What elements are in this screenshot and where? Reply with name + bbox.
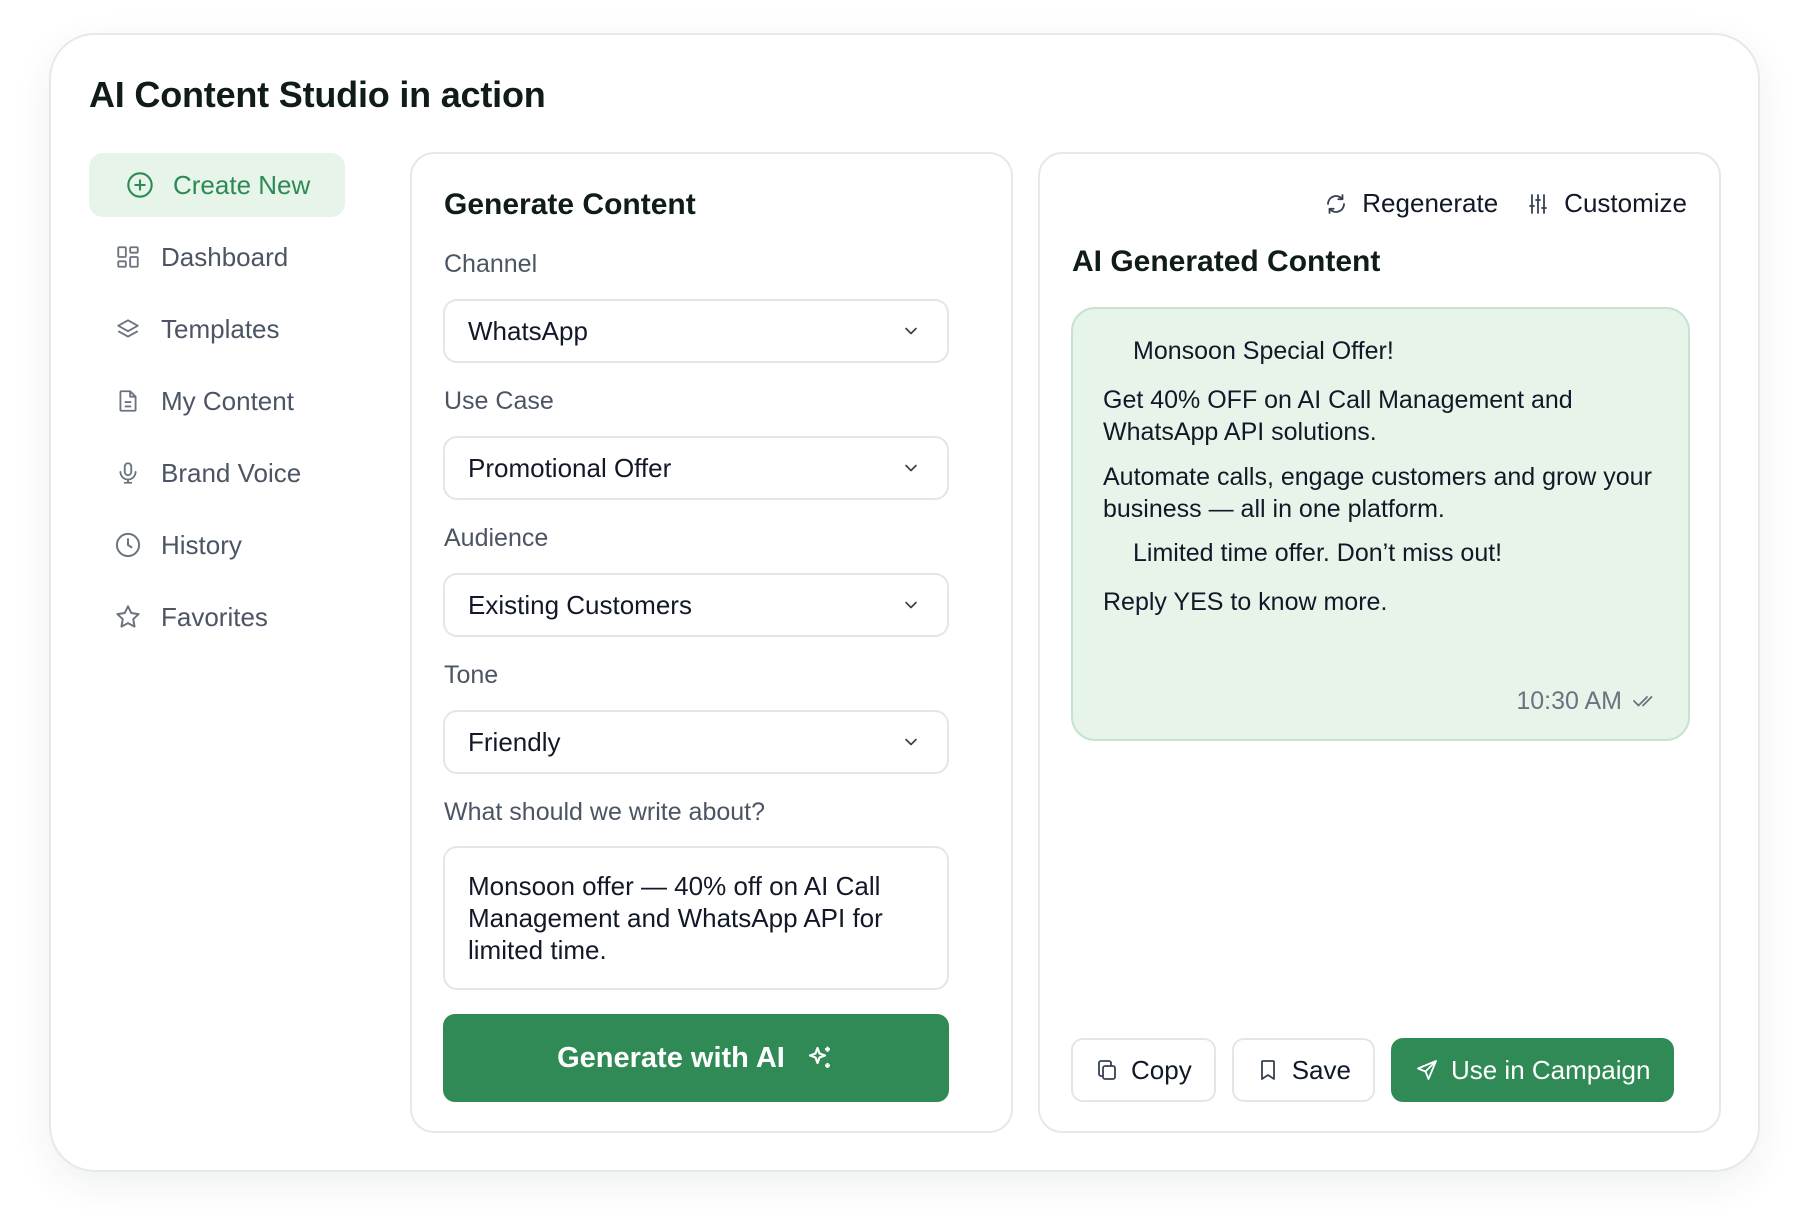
dashboard-grid-icon — [113, 242, 143, 272]
sidebar-item-history[interactable]: History — [89, 513, 345, 577]
message-time: 10:30 AM — [1516, 687, 1622, 715]
plus-circle-icon — [125, 170, 155, 200]
sidebar-item-label: Create New — [173, 169, 311, 200]
use-case-value: Promotional Offer — [468, 452, 672, 483]
message-urgency: Limited time offer. Don’t miss out! — [1133, 539, 1503, 567]
clock-icon — [113, 530, 143, 560]
output-toolbar: Regenerate Customize — [1324, 188, 1687, 219]
send-icon — [1417, 1060, 1437, 1080]
message-bubble: Monsoon Special Offer! Get 40% OFF on AI… — [1071, 307, 1690, 741]
double-check-icon — [1633, 696, 1653, 707]
chevron-down-icon — [905, 464, 917, 472]
sidebar-item-label: Favorites — [161, 601, 268, 632]
tone-label: Tone — [444, 661, 499, 689]
sidebar-item-brand-voice[interactable]: Brand Voice — [89, 441, 345, 505]
ai-generated-content-title: AI Generated Content — [1072, 245, 1381, 278]
sidebar-item-create-new[interactable]: Create New — [89, 153, 345, 217]
message-body: Automate calls, engage customers and gro… — [1103, 463, 1652, 523]
sparkle-icon — [808, 1046, 830, 1068]
copy-icon — [1098, 1060, 1116, 1080]
sidebar-item-label: History — [161, 529, 242, 560]
sidebar-item-label: Templates — [161, 313, 280, 344]
microphone-icon — [113, 458, 143, 488]
channel-select[interactable]: WhatsApp — [443, 299, 949, 363]
sidebar-item-label: My Content — [161, 385, 294, 416]
save-button[interactable]: Save — [1231, 1038, 1375, 1102]
copy-button[interactable]: Copy — [1071, 1038, 1216, 1102]
message-cta: Reply YES to know more. — [1103, 588, 1388, 616]
refresh-icon — [1327, 193, 1346, 214]
sidebar-item-my-content[interactable]: My Content — [89, 369, 345, 433]
sidebar-item-label: Dashboard — [161, 241, 289, 272]
sidebar-item-dashboard[interactable]: Dashboard — [89, 225, 345, 289]
tone-select[interactable]: Friendly — [443, 710, 949, 774]
chevron-down-icon — [905, 738, 917, 746]
use-case-select[interactable]: Promotional Offer — [443, 436, 949, 500]
prompt-label: What should we write about? — [444, 798, 766, 826]
use-case-label: Use Case — [444, 387, 554, 415]
document-icon — [113, 386, 143, 416]
sidebar-item-favorites[interactable]: Favorites — [89, 585, 345, 649]
sidebar-item-label: Brand Voice — [161, 457, 302, 488]
tone-value: Friendly — [468, 726, 561, 757]
sliders-icon — [1529, 193, 1548, 214]
customize-button[interactable]: Customize — [1526, 188, 1687, 219]
star-icon — [113, 602, 143, 632]
save-label: Save — [1291, 1054, 1351, 1085]
use-in-campaign-label: Use in Campaign — [1450, 1054, 1651, 1085]
message-timestamp: 10:30 AM — [1516, 685, 1658, 717]
chevron-down-icon — [905, 601, 917, 609]
copy-label: Copy — [1131, 1054, 1192, 1085]
regenerate-label: Regenerate — [1362, 188, 1499, 218]
page-title: AI Content Studio in action — [89, 74, 546, 115]
generate-content-panel: Generate Content Channel WhatsApp Use Ca… — [410, 152, 1013, 1133]
audience-label: Audience — [444, 524, 549, 552]
sidebar-item-templates[interactable]: Templates — [89, 297, 345, 361]
channel-value: WhatsApp — [468, 315, 588, 346]
regenerate-button[interactable]: Regenerate — [1324, 188, 1498, 219]
generate-content-title: Generate Content — [444, 188, 696, 221]
prompt-textarea[interactable]: Monsoon offer — 40% off on AI Call Manag… — [443, 846, 949, 990]
channel-label: Channel — [444, 250, 538, 278]
sidebar: Create New Dashboard Templates My Conten… — [89, 153, 345, 657]
message-headline: Monsoon Special Offer! — [1133, 337, 1394, 365]
chevron-down-icon — [905, 327, 917, 335]
message-offer: Get 40% OFF on AI Call Management and Wh… — [1103, 386, 1573, 446]
audience-value: Existing Customers — [468, 589, 692, 620]
generate-button-label: Generate with AI — [557, 1041, 785, 1074]
layers-icon — [113, 314, 143, 344]
use-in-campaign-button[interactable]: Use in Campaign — [1390, 1038, 1675, 1102]
output-actions: Copy Save Use in Campaign — [1071, 1038, 1675, 1102]
audience-select[interactable]: Existing Customers — [443, 573, 949, 637]
generate-with-ai-button[interactable]: Generate with AI — [443, 1014, 949, 1102]
customize-label: Customize — [1564, 188, 1687, 218]
bookmark-icon — [1260, 1060, 1275, 1080]
ai-generated-content-panel: Regenerate Customize AI Generated Conten… — [1038, 152, 1721, 1133]
